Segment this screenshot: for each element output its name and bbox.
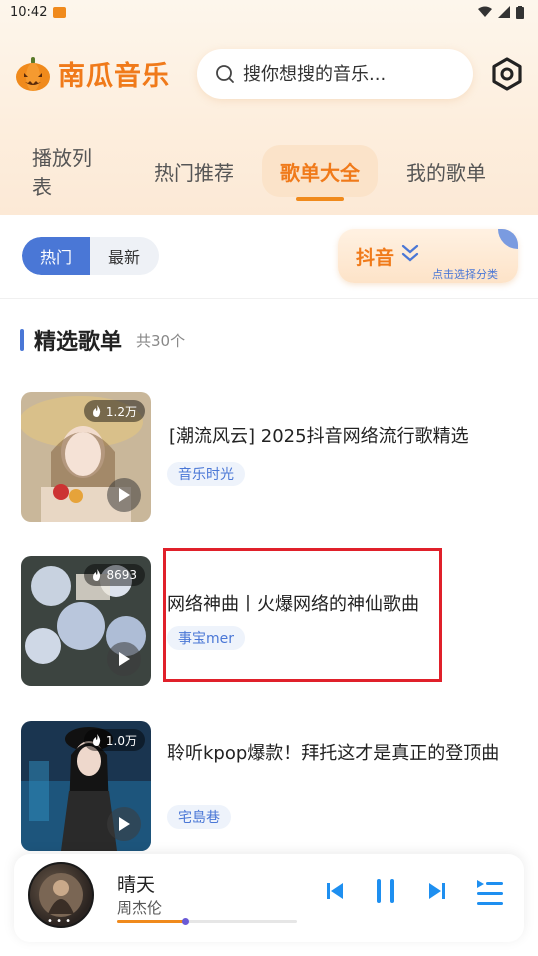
app-title: 南瓜音乐 xyxy=(58,61,170,92)
section-header: 精选歌单 共30个 xyxy=(20,324,185,356)
tab-active-indicator xyxy=(296,197,344,201)
sort-segmented-control: 热门 最新 xyxy=(22,237,159,275)
category-hint: 点击选择分类 xyxy=(432,268,498,281)
section-title: 精选歌单 xyxy=(34,330,123,355)
corner-decoration xyxy=(498,229,518,249)
play-count: 1.0万 xyxy=(105,733,137,748)
playlist-item[interactable]: 1.2万 [潮流风云] 2025抖音网络流行歌精选 音乐时光 xyxy=(21,392,521,522)
pumpkin-icon xyxy=(16,56,50,91)
fire-icon xyxy=(92,405,101,417)
filter-row: 热门 最新 抖音 点击选择分类 xyxy=(0,215,538,298)
tab-hot-recommend[interactable]: 热门推荐 xyxy=(152,145,236,197)
tab-bar: 播放列表 热门推荐 歌单大全 我的歌单 xyxy=(0,145,538,205)
playlist-title: 聆听kpop爆款！拜托这才是真正的登顶曲 xyxy=(167,743,500,764)
play-icon xyxy=(119,817,130,831)
notification-icon xyxy=(53,6,67,18)
battery-icon xyxy=(516,5,524,19)
progress-fill xyxy=(117,920,186,923)
tab-my-playlists[interactable]: 我的歌单 xyxy=(404,145,488,197)
status-time: 10:42 xyxy=(10,4,48,20)
fire-icon xyxy=(93,569,101,581)
status-bar: 10:42 xyxy=(0,0,538,24)
play-icon xyxy=(119,652,130,666)
tab-play-list[interactable]: 播放列表 xyxy=(32,145,110,199)
playlist-cover[interactable]: 1.0万 xyxy=(21,721,151,851)
section-accent-bar xyxy=(20,329,24,351)
playlist-queue-icon[interactable] xyxy=(476,878,504,908)
previous-icon[interactable] xyxy=(326,880,344,902)
divider xyxy=(0,298,538,299)
play-count: 8693 xyxy=(106,568,137,582)
app-header: 南瓜音乐 xyxy=(0,40,538,106)
tab-playlist-collection[interactable]: 歌单大全 xyxy=(262,145,378,197)
playlist-cover[interactable]: 8693 xyxy=(21,556,151,686)
play-button[interactable] xyxy=(107,807,141,841)
wifi-icon xyxy=(478,6,492,17)
progress-knob[interactable] xyxy=(182,918,190,925)
playlist-cover[interactable]: 1.2万 xyxy=(21,392,151,522)
player-artist: 周杰伦 xyxy=(117,899,163,917)
more-dots-icon: • • • xyxy=(47,916,72,927)
settings-icon[interactable] xyxy=(490,57,524,91)
segment-hot[interactable]: 热门 xyxy=(22,237,90,275)
playlist-title: [潮流风云] 2025抖音网络流行歌精选 xyxy=(169,426,469,447)
player-song-title: 晴天 xyxy=(117,874,156,896)
play-count: 1.2万 xyxy=(105,404,137,419)
highlight-annotation-box xyxy=(163,548,442,682)
progress-bar[interactable] xyxy=(117,918,297,925)
category-label: 抖音 xyxy=(356,247,395,269)
search-box[interactable] xyxy=(197,49,473,99)
play-count-badge: 1.0万 xyxy=(83,729,145,751)
signal-icon xyxy=(498,6,510,18)
section-count: 共30个 xyxy=(136,331,186,350)
play-icon xyxy=(119,488,130,502)
segment-new[interactable]: 最新 xyxy=(90,237,158,275)
mini-player[interactable]: • • • 晴天 周杰伦 xyxy=(14,854,524,942)
category-selector-button[interactable]: 抖音 点击选择分类 xyxy=(338,229,518,283)
pause-icon[interactable] xyxy=(375,878,397,904)
next-icon[interactable] xyxy=(428,880,446,902)
play-button[interactable] xyxy=(107,478,141,512)
play-count-badge: 1.2万 xyxy=(83,400,145,422)
playlist-creator-tag[interactable]: 宅島巷 xyxy=(167,805,231,829)
fire-icon xyxy=(92,734,101,746)
search-input[interactable] xyxy=(243,63,443,85)
playlist-creator-tag[interactable]: 音乐时光 xyxy=(167,462,245,486)
play-count-badge: 8693 xyxy=(84,564,145,586)
app-logo: 南瓜音乐 xyxy=(14,54,170,93)
play-button[interactable] xyxy=(107,642,141,676)
chevron-down-icon xyxy=(401,244,419,262)
playlist-item[interactable]: 1.0万 聆听kpop爆款！拜托这才是真正的登顶曲 宅島巷 xyxy=(21,721,521,851)
search-icon xyxy=(216,65,234,83)
